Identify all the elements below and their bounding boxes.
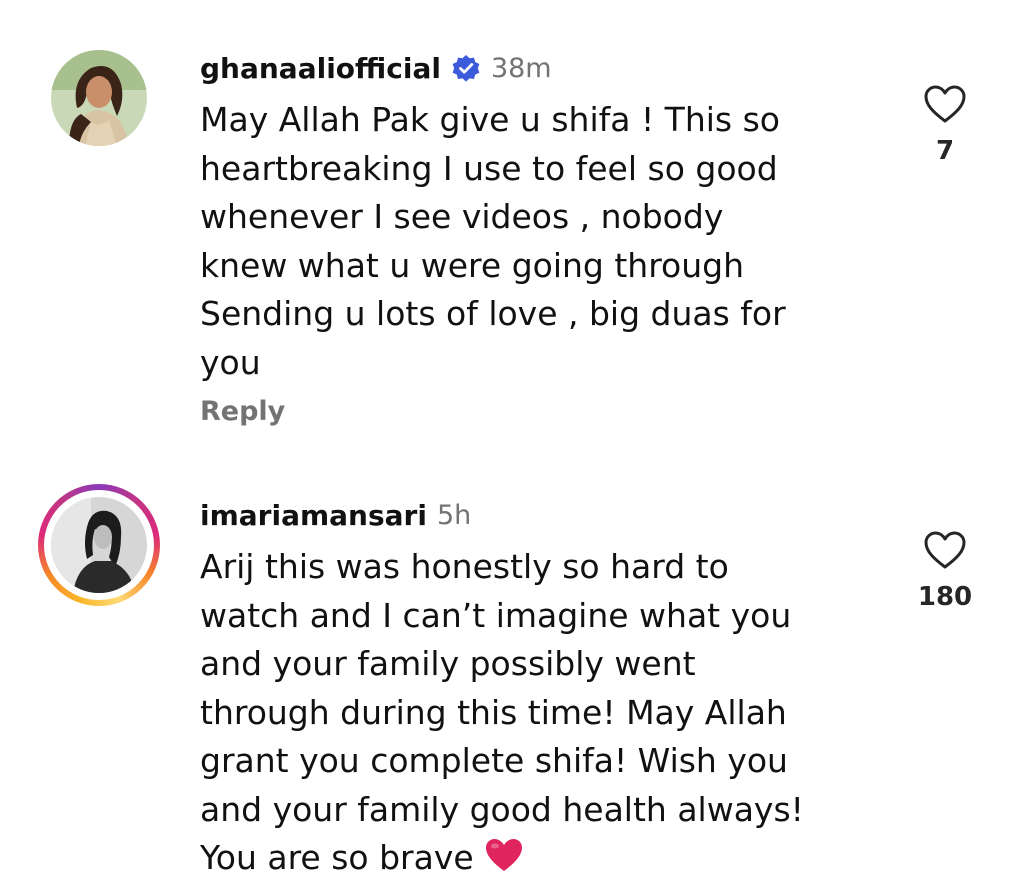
comment-header: imariamansari 5h [200, 495, 471, 535]
comment-text: Arij this was honestly so hard to watch … [200, 543, 840, 883]
heart-outline-icon[interactable] [923, 530, 967, 570]
like-control: 180 [905, 530, 985, 612]
red-heart-emoji-icon [484, 837, 524, 873]
timestamp: 5h [436, 499, 472, 531]
avatar[interactable] [51, 497, 147, 593]
username[interactable]: imariamansari [200, 499, 427, 532]
comment-text-content: Arij this was honestly so hard to watch … [200, 547, 804, 877]
profile-photo-icon [51, 497, 147, 593]
like-count: 180 [917, 582, 973, 612]
comment-item: imariamansari 5h Arij this was honestly … [0, 0, 1024, 893]
